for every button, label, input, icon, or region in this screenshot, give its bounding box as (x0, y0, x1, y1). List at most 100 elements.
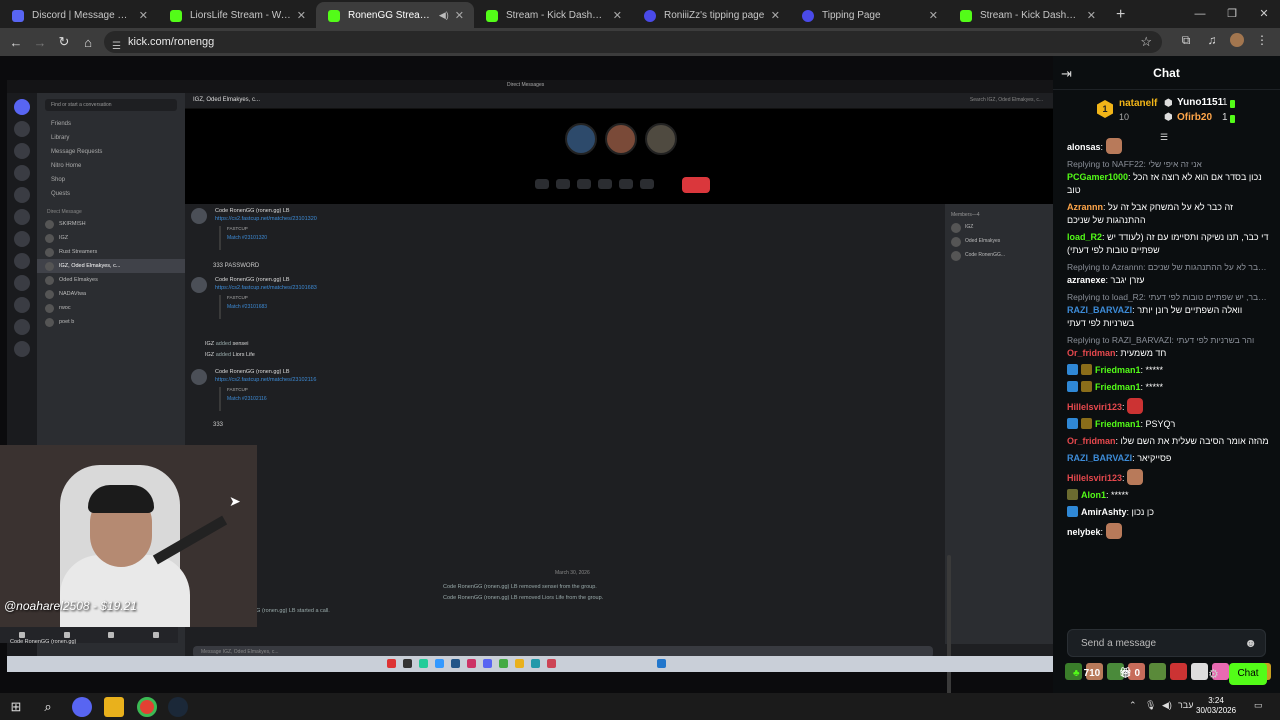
close-icon[interactable]: ✕ (929, 9, 938, 22)
stream-player[interactable]: Direct Messages Find or start a conversa… (0, 56, 1053, 693)
discord-app-icon[interactable] (72, 697, 92, 717)
chat-username[interactable]: Friedman1 (1095, 382, 1141, 392)
extensions-icon[interactable]: ⧉ (1178, 33, 1194, 48)
reply-context: Replying to NAFF22: אני זה איפי שלי (1067, 159, 1202, 169)
media-controls-icon[interactable]: ♫ (1204, 33, 1220, 48)
tab-liorslife[interactable]: LiorsLife Stream - Watch Live o ✕ (158, 2, 316, 28)
tab-ronengg[interactable]: RonenGG Stream - Watch L ◀) ✕ (316, 2, 474, 28)
points-icon: ♣ (1073, 668, 1080, 679)
url-field[interactable]: ☰ kick.com/ronengg ☆ (104, 31, 1162, 53)
embed-title: FASTCUP (227, 226, 248, 231)
chat-username[interactable]: Azrannn (1067, 202, 1103, 212)
keyboard-language[interactable]: עבר (1178, 700, 1193, 710)
close-icon[interactable]: ✕ (455, 9, 464, 22)
chat-username[interactable]: Hillelsviri123 (1067, 473, 1122, 483)
chat-text: ***** (1145, 365, 1164, 375)
close-window-icon[interactable]: ✕ (1248, 0, 1280, 28)
chat-username[interactable]: RAZI_BARVAZI (1067, 453, 1132, 463)
channel-points[interactable]: ♣ 710 (1073, 668, 1100, 679)
volume-icon[interactable]: ◀) (1162, 700, 1172, 711)
discord-dm-item: rwoc (37, 301, 185, 315)
avatar (191, 369, 207, 385)
steam-app-icon[interactable] (168, 697, 188, 717)
kick-icon (960, 10, 972, 22)
discord-nav-message-requests: Message Requests (51, 149, 103, 155)
sub-badge-icon (1081, 364, 1092, 375)
chat-username[interactable]: azranexe (1067, 275, 1106, 285)
mic-icon[interactable]: 🎙︎ (1145, 700, 1156, 711)
chat-text: מהזה אומר הסיבה שעלית את השם שלו (1120, 436, 1269, 446)
close-icon[interactable]: ✕ (139, 9, 148, 22)
gift-count[interactable]: 🎁︎ 0 (1119, 668, 1140, 679)
chat-settings-gear-icon[interactable]: ⚙ (1208, 667, 1219, 681)
close-icon[interactable]: ✕ (613, 9, 622, 22)
discord-dm-item: SKIRMISH (37, 217, 185, 231)
emoji-picker-icon[interactable]: ☻ (1244, 636, 1257, 650)
bookmark-star-icon[interactable]: ☆ (1140, 31, 1152, 53)
discord-message-list: Code RonenGG (ronen.gg) LB https://cs2.f… (185, 204, 945, 644)
tab-discord[interactable]: Discord | Message Requests ✕ (0, 2, 158, 28)
notifications-icon[interactable]: ▭ (1254, 700, 1263, 711)
tray-chevron-icon[interactable]: ⌃ (1129, 700, 1137, 711)
send-chat-button[interactable]: Chat (1229, 663, 1267, 685)
server-icon (14, 253, 30, 269)
taskbar-app-icon (483, 659, 492, 668)
chat-username[interactable]: nelybek (1067, 527, 1101, 537)
minimize-icon[interactable]: — (1184, 0, 1216, 28)
site-info-icon[interactable]: ☰ (112, 36, 121, 58)
tab-label: Tipping Page (822, 9, 881, 21)
tab-tipping-page[interactable]: Tipping Page ✕ (790, 2, 948, 28)
chat-username[interactable]: load_R2 (1067, 232, 1102, 242)
chat-username[interactable]: Friedman1 (1095, 419, 1141, 429)
server-icon (14, 231, 30, 247)
chat-username[interactable]: Or_fridman (1067, 348, 1116, 358)
audio-playing-icon[interactable]: ◀) (439, 10, 449, 21)
chat-username[interactable]: Hillelsviri123 (1067, 402, 1122, 412)
chat-message-input[interactable]: Send a message ☻ (1067, 629, 1266, 657)
chat-username[interactable]: Friedman1 (1095, 365, 1141, 375)
chat-username[interactable]: Or_fridman (1067, 436, 1116, 446)
new-tab-button[interactable]: + (1106, 2, 1135, 28)
windows-start-icon[interactable]: ⊞ (6, 697, 26, 717)
back-icon[interactable]: ← (4, 35, 28, 50)
tab-tipping-roniiizz[interactable]: RoniiiZz's tipping page ✕ (632, 2, 790, 28)
chat-header: ⇥ Chat (1053, 56, 1280, 90)
close-icon[interactable]: ✕ (1087, 9, 1096, 22)
tab-kick-dashboard[interactable]: Stream - Kick Dashboard ✕ (474, 2, 632, 28)
clock[interactable]: 3:24 30/03/2026 (1196, 696, 1236, 716)
profile-avatar[interactable] (1230, 33, 1244, 47)
chat-title: Chat (1153, 66, 1180, 80)
menu-kebab-icon[interactable]: ⋮ (1254, 33, 1270, 48)
chat-username[interactable]: alonsas (1067, 142, 1101, 152)
reload-icon[interactable]: ↻ (52, 34, 76, 50)
chat-username[interactable]: AmirAshty (1081, 507, 1127, 517)
chrome-app-icon[interactable] (137, 697, 157, 717)
chat-message: Alon1: ***** (1053, 487, 1280, 504)
message-link: https://cs2.fastcup.net/matches/23102116 (215, 377, 317, 383)
file-explorer-icon[interactable] (104, 697, 124, 717)
close-icon[interactable]: ✕ (297, 9, 306, 22)
gifter-name[interactable]: Ofirb20 (1177, 112, 1212, 123)
call-controls (535, 179, 654, 189)
kick-icon (328, 10, 340, 22)
chat-username[interactable]: PCGamer1000 (1067, 172, 1128, 182)
restore-icon[interactable]: ❐ (1216, 0, 1248, 28)
gifter-name[interactable]: Yuno1151 (1177, 97, 1223, 108)
chat-username[interactable]: RAZI_BARVAZI (1067, 305, 1132, 315)
discord-nav-library: Library (51, 135, 70, 141)
message-link: https://cs2.fastcup.net/matches/23101320 (215, 216, 317, 222)
call-avatar (605, 123, 637, 155)
tab-kick-dashboard-2[interactable]: Stream - Kick Dashboard ✕ (948, 2, 1106, 28)
forward-icon[interactable]: → (28, 35, 52, 50)
chat-message: Replying to Azrannn: זה כבר לא על ההתנהג… (1067, 262, 1270, 285)
close-icon[interactable]: ✕ (771, 9, 780, 22)
gifter-name[interactable]: natanelf (1119, 98, 1157, 109)
home-icon[interactable]: ⌂ (76, 35, 100, 50)
chat-username[interactable]: Alon1 (1081, 490, 1106, 500)
sub-badge-icon (1081, 418, 1092, 429)
members-header: Members—4 (951, 212, 980, 218)
browser-toolbar: ⧉ ♫ ⋮ (1178, 33, 1270, 48)
search-icon[interactable]: ⌕ (38, 697, 58, 717)
discord-home-icon (14, 99, 30, 115)
gift-bar-icon (1230, 115, 1235, 123)
